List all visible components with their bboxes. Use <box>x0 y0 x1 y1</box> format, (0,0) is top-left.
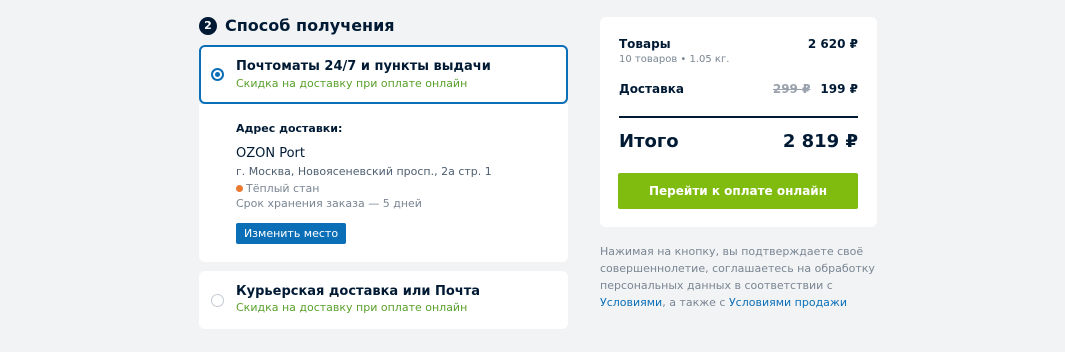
delivery-option-pickup[interactable]: Почтоматы 24/7 и пункты выдачи Скидка на… <box>199 45 568 104</box>
goods-value: 2 620 ₽ <box>807 37 858 51</box>
delivery-option-courier[interactable]: Курьерская доставка или Почта Скидка на … <box>199 271 568 329</box>
delivery-new-price: 199 ₽ <box>820 82 858 96</box>
option-subtitle: Скидка на доставку при оплате онлайн <box>236 301 468 314</box>
metro-station: Тёплый стан <box>236 182 319 195</box>
option-title: Почтоматы 24/7 и пункты выдачи <box>236 59 491 74</box>
section-title-text: Способ получения <box>225 16 395 35</box>
step-number-badge: 2 <box>199 16 217 35</box>
goods-label: Товары <box>619 37 671 51</box>
address-label: Адрес доставки: <box>236 122 343 135</box>
total-value: 2 819 ₽ <box>782 131 858 152</box>
pay-online-button[interactable]: Перейти к оплате онлайн <box>618 173 858 209</box>
legal-text: Нажимая на кнопку, вы подтверждаете своё… <box>600 243 885 311</box>
pickup-point-name: OZON Port <box>236 146 305 161</box>
goods-note: 10 товаров • 1.05 кг. <box>619 54 730 65</box>
delivery-old-price: 299 ₽ <box>772 82 811 96</box>
radio-unselected-icon[interactable] <box>211 294 224 307</box>
sale-terms-link[interactable]: Условиями продажи <box>729 296 847 309</box>
option-title: Курьерская доставка или Почта <box>236 284 481 299</box>
change-place-button[interactable]: Изменить место <box>236 223 346 244</box>
metro-station-name: Тёплый стан <box>246 182 320 195</box>
address-panel: Адрес доставки: OZON Port г. Москва, Нов… <box>199 104 568 262</box>
metro-dot-icon <box>236 185 243 192</box>
pickup-point-street: г. Москва, Новоясеневский просп., 2а стр… <box>236 165 492 178</box>
terms-link[interactable]: Условиями <box>600 296 662 309</box>
summary-divider <box>619 116 858 118</box>
delivery-label: Доставка <box>619 82 684 96</box>
order-summary: Товары 2 620 ₽ 10 товаров • 1.05 кг. Дос… <box>600 17 877 227</box>
section-title: 2 Способ получения <box>199 16 395 35</box>
radio-selected-icon[interactable] <box>211 68 224 81</box>
legal-text-part: Нажимая на кнопку, вы подтверждаете своё… <box>600 245 875 292</box>
legal-text-part: , а также с <box>662 296 729 309</box>
option-subtitle: Скидка на доставку при оплате онлайн <box>236 77 468 90</box>
storage-period: Срок хранения заказа — 5 дней <box>236 197 422 210</box>
total-label: Итого <box>619 131 679 152</box>
delivery-price: 299 ₽ 199 ₽ <box>773 82 858 96</box>
